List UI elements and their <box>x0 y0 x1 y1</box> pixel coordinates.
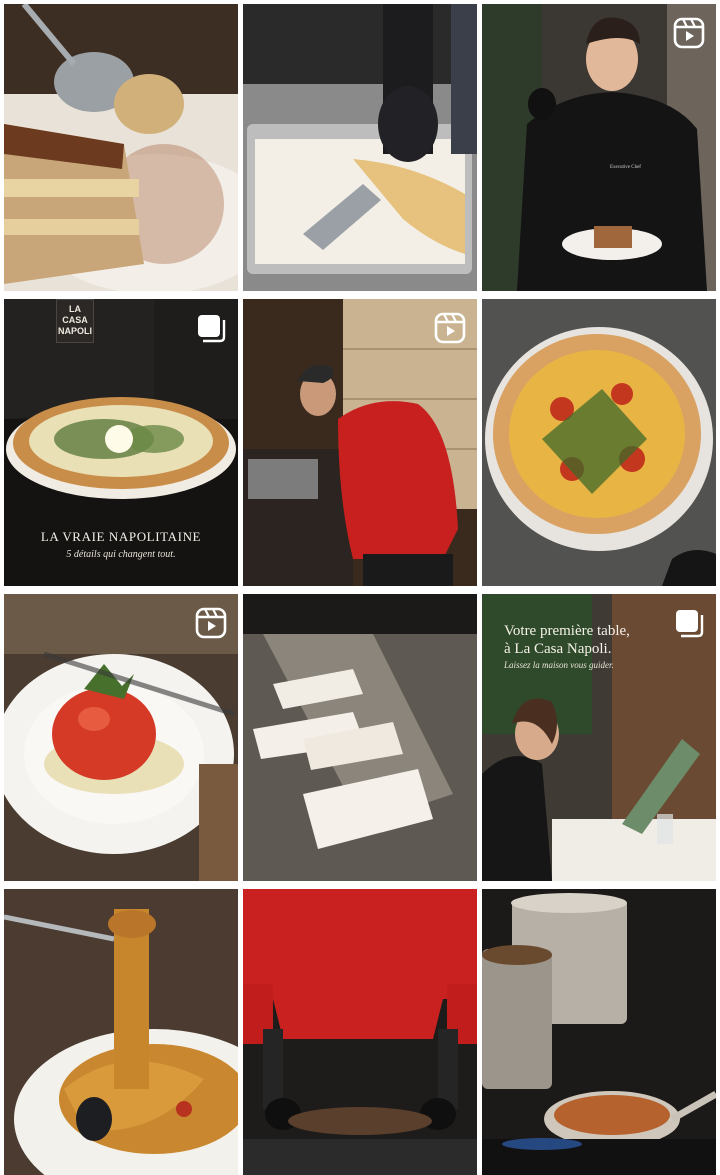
post-subtitle: Laissez la maison vous guider. <box>504 660 614 670</box>
post-tray[interactable] <box>243 4 477 291</box>
profile-posts-grid: Executive Chef LA CASA NAPOLI LA VRAIE N… <box>0 0 720 1175</box>
post-subtitle: 5 détails qui changent tout. <box>66 549 176 560</box>
reels-badge <box>194 606 228 640</box>
post-kitchen[interactable] <box>482 889 716 1175</box>
reels-icon <box>434 312 466 344</box>
reels-icon <box>195 607 227 639</box>
pizza-photo <box>482 299 716 586</box>
post-chef[interactable]: Executive Chef <box>482 4 716 291</box>
post-title: Votre première table, à La Casa Napoli. <box>504 622 684 658</box>
chef-coat-embroidery: Executive Chef <box>610 165 641 170</box>
post-tomato[interactable] <box>4 594 238 881</box>
logo-line-1: LA CASA <box>62 304 88 325</box>
brand-logo-patch: LA CASA NAPOLI <box>56 299 94 343</box>
tickets-photo <box>243 594 477 881</box>
post-title-line-2: à La Casa Napoli. <box>504 641 612 657</box>
post-red-chef[interactable] <box>243 889 477 1175</box>
reels-badge <box>672 16 706 50</box>
post-pasta[interactable] <box>4 889 238 1175</box>
post-premiere-table[interactable]: Votre première table, à La Casa Napoli. … <box>482 594 716 881</box>
reels-badge <box>433 311 467 345</box>
red-chef-photo <box>243 889 477 1175</box>
tray-photo <box>243 4 477 291</box>
post-tiramisu[interactable] <box>4 4 238 291</box>
post-vraie-napolitaine[interactable]: LA CASA NAPOLI LA VRAIE NAPOLITAINE 5 dé… <box>4 299 238 586</box>
logo-line-2: NAPOLI <box>57 326 92 336</box>
post-title: LA VRAIE NAPOLITAINE <box>40 529 202 544</box>
post-pizza[interactable] <box>482 299 716 586</box>
kitchen-photo <box>482 889 716 1175</box>
post-title-line-1: Votre première table, <box>504 623 630 639</box>
post-pizzaiolo[interactable] <box>243 299 477 586</box>
tiramisu-photo <box>4 4 238 291</box>
pasta-photo <box>4 889 238 1175</box>
post-tickets[interactable] <box>243 594 477 881</box>
reels-icon <box>673 17 705 49</box>
carousel-badge <box>194 311 228 345</box>
carousel-icon <box>198 315 226 343</box>
